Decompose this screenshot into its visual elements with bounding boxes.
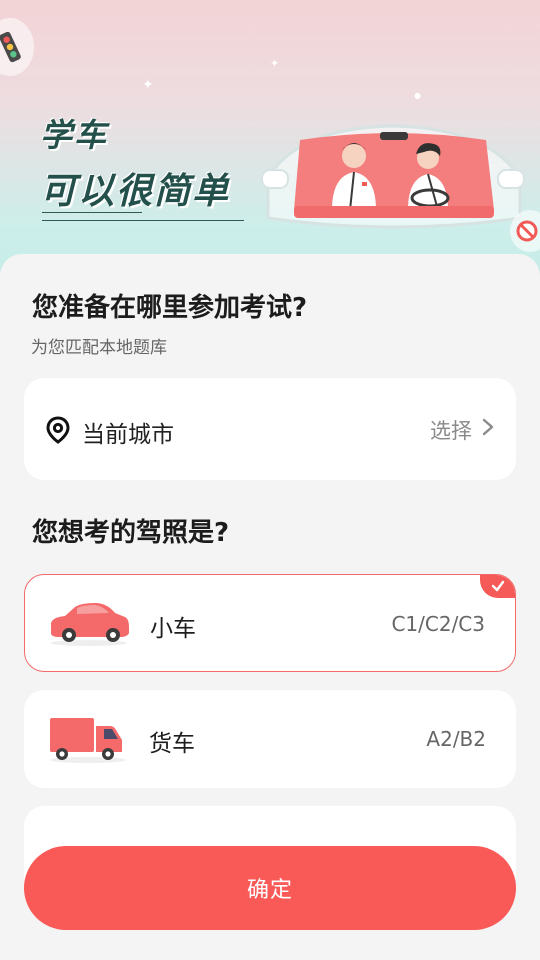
current-city-label: 当前城市 (82, 422, 174, 448)
chevron-right-icon (482, 418, 494, 436)
license-option-code: A2/B2 (426, 727, 486, 751)
sparkle-icon: ● (414, 91, 421, 100)
sparkle-icon: ✦ (142, 77, 154, 93)
city-selector[interactable]: 当前城市 选择 (24, 378, 516, 480)
license-option-truck[interactable]: 货车 A2/B2 (24, 690, 516, 788)
confirm-button[interactable]: 确定 (24, 846, 516, 930)
select-city-link[interactable]: 选择 (430, 415, 472, 445)
car-with-driver-illustration (261, 124, 525, 229)
slogan-line-2: 可以很简单 (40, 171, 231, 212)
exam-location-heading: 您准备在哪里参加考试? (32, 293, 308, 323)
license-option-code: C1/C2/C3 (391, 612, 485, 636)
license-type-heading: 您想考的驾照是? (32, 518, 230, 548)
sparkle-icon: ✦ (270, 57, 280, 70)
license-option-car[interactable]: 小车 C1/C2/C3 (24, 574, 516, 672)
slogan-line-1: 学车 (40, 116, 109, 154)
truck-icon (50, 718, 126, 763)
location-pin-icon (46, 416, 70, 444)
license-option-name: 货车 (149, 731, 195, 757)
license-option-name: 小车 (150, 616, 196, 642)
traffic-light-icon (0, 18, 34, 76)
car-icon (51, 603, 129, 646)
slogan-underline (42, 220, 244, 221)
exam-location-subheading: 为您匹配本地题库 (31, 338, 167, 358)
slogan: 学车 可以很简单 (40, 110, 230, 214)
slogan-underline (42, 212, 142, 213)
